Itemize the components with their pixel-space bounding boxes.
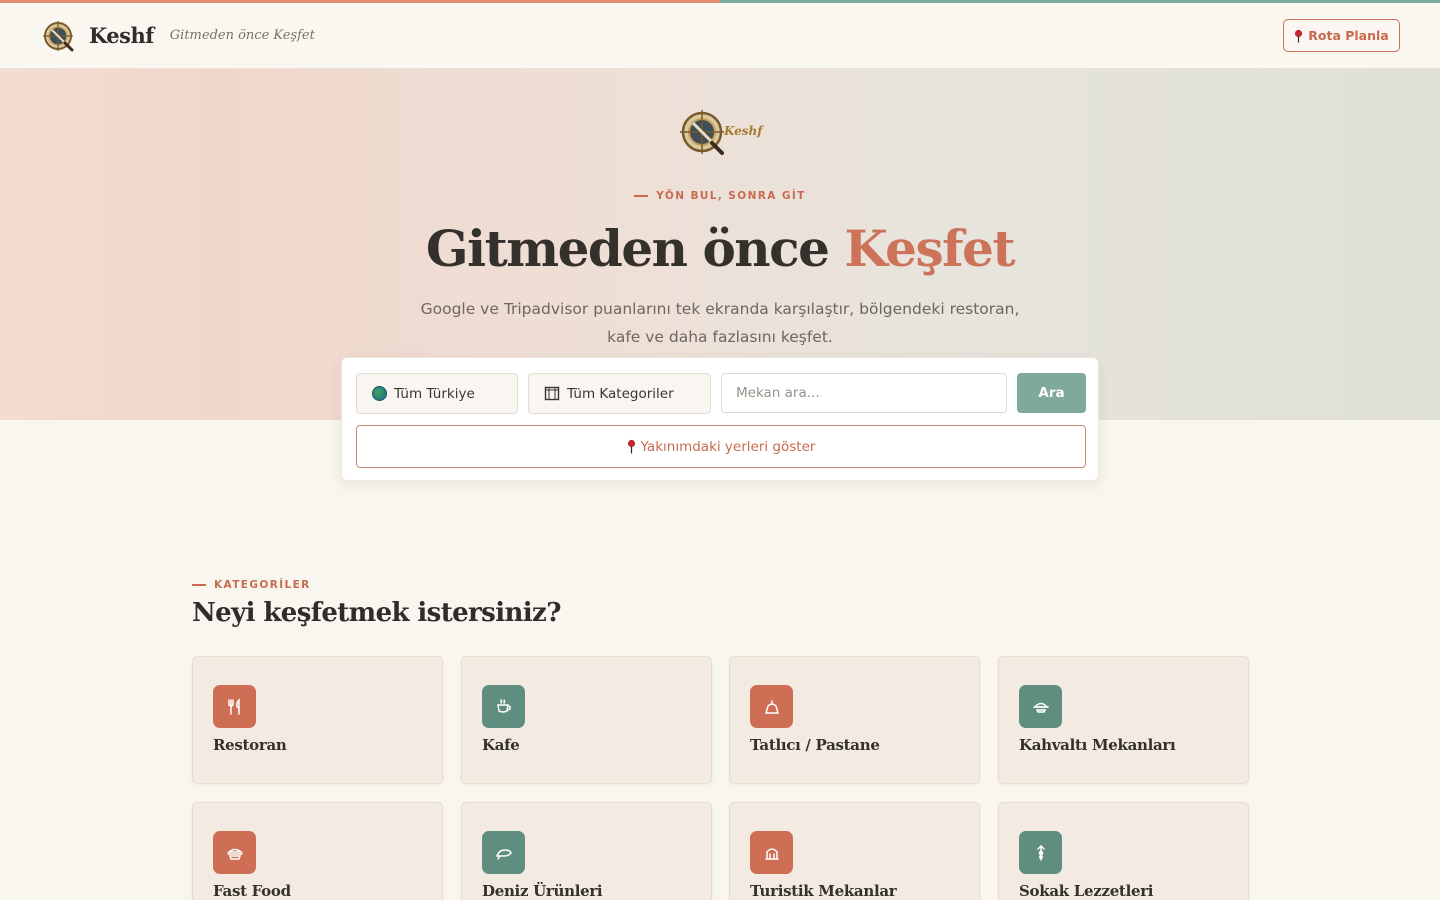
venue-search-input[interactable] [721,373,1007,413]
category-icon-tile [1019,685,1062,728]
coffee-cup-icon [496,698,511,713]
category-icon-tile [750,831,793,874]
category-card-dessert[interactable]: Tatlıcı / Pastane [729,656,980,784]
category-label: Kahvaltı Mekanları [1019,736,1176,754]
category-icon-tile [213,831,256,874]
category-icon-tile [482,685,525,728]
street-food-icon [1036,844,1045,861]
hero-eyebrow: YÖN BUL, SONRA GİT [0,190,1440,202]
globe-icon [372,386,387,401]
map-frame-icon [544,386,560,401]
route-plan-button[interactable]: Rota Planla [1283,19,1400,52]
map-pin-icon [627,439,635,454]
burger-icon [226,848,243,860]
accent-line-right [720,0,1440,3]
emblem-wordmark: Keshf [724,124,763,138]
category-icon-tile [482,831,525,874]
accent-line-left [0,0,720,3]
fork-knife-icon [227,697,240,715]
category-card-seafood[interactable]: Deniz Ürünleri [461,802,712,900]
search-card: Tüm Türkiye Tüm Kategoriler Ara Yakınımd… [341,357,1099,481]
categories-eyebrow: KATEGORİLER [192,579,311,591]
category-card-restaurant[interactable]: Restoran [192,656,443,784]
route-plan-label: Rota Planla [1308,28,1389,43]
landmark-icon [764,847,779,860]
brand-name[interactable]: Keshf [89,23,154,48]
category-label: Sokak Lezzetleri [1019,882,1154,900]
hero-eyebrow-text: YÖN BUL, SONRA GİT [656,190,806,202]
categories-title: Neyi keşfetmek istersiniz? [192,598,561,628]
region-select-value: Tüm Türkiye [394,385,475,402]
category-card-fast-food[interactable]: Fast Food [192,802,443,900]
category-label: Kafe [482,736,520,754]
category-card-cafe[interactable]: Kafe [461,656,712,784]
region-select[interactable]: Tüm Türkiye [356,373,518,414]
category-icon-tile [750,685,793,728]
hero-title-accent: Keşfet [844,219,1015,278]
category-select[interactable]: Tüm Kategoriler [528,373,711,414]
category-label: Turistik Mekanlar [750,882,897,900]
nearby-places-button[interactable]: Yakınımdaki yerleri göster [356,425,1086,468]
eyebrow-dash [634,195,649,197]
nearby-places-label: Yakınımdaki yerleri göster [640,438,816,455]
categories-eyebrow-text: KATEGORİLER [214,579,311,591]
eyebrow-dash [192,584,206,586]
category-card-street-food[interactable]: Sokak Lezzetleri [998,802,1249,900]
hero-title: Gitmeden önce Keşfet [0,219,1440,278]
search-button[interactable]: Ara [1017,373,1086,413]
category-label: Deniz Ürünleri [482,882,603,900]
category-label: Tatlıcı / Pastane [750,736,880,754]
category-icon-tile [1019,831,1062,874]
category-label: Restoran [213,736,287,754]
fish-icon [495,848,512,860]
category-select-value: Tüm Kategoriler [567,385,674,402]
breakfast-bowl-icon [1032,702,1049,713]
hero-title-main: Gitmeden önce [425,219,830,278]
category-icon-tile [213,685,256,728]
site-header: Keshf Gitmeden önce Keşfet Rota Planla [0,3,1440,69]
hero-subtitle: Google ve Tripadvisor puanlarını tek ekr… [420,300,1020,346]
map-pin-icon [1295,29,1303,42]
category-label: Fast Food [213,882,291,900]
category-card-breakfast[interactable]: Kahvaltı Mekanları [998,656,1249,784]
category-card-tourist[interactable]: Turistik Mekanlar [729,802,980,900]
brand-tagline: Gitmeden önce Keşfet [169,28,315,43]
cake-icon [764,699,779,714]
compass-magnifier-icon[interactable] [40,18,76,54]
hero-emblem: Keshf [678,107,762,157]
top-accent-line [0,0,1440,3]
